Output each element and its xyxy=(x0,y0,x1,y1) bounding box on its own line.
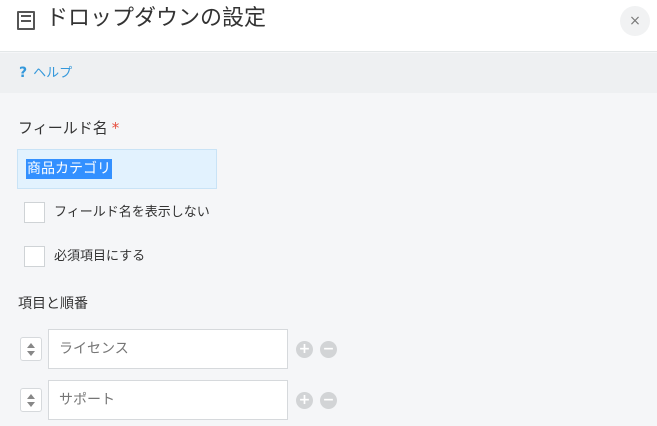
field-name-input[interactable]: 商品カテゴリ xyxy=(17,149,217,189)
required-mark: * xyxy=(111,119,120,137)
close-button[interactable]: × xyxy=(620,6,650,36)
add-option-button[interactable]: + xyxy=(296,341,313,358)
arrow-down-icon xyxy=(27,351,35,356)
add-option-button[interactable]: + xyxy=(296,392,313,409)
plus-icon: + xyxy=(298,392,311,408)
option-row: + − xyxy=(18,329,348,369)
arrow-up-icon xyxy=(27,343,35,348)
help-icon: ? xyxy=(19,65,28,81)
hide-field-name-checkbox[interactable] xyxy=(24,202,45,223)
field-name-label: フィールド名 * xyxy=(18,118,119,138)
required-checkbox[interactable] xyxy=(24,246,45,267)
help-bar: ? ヘルプ xyxy=(0,53,657,93)
option-input[interactable] xyxy=(48,329,288,369)
field-name-label-text: フィールド名 xyxy=(18,119,108,137)
hide-field-name-label[interactable]: フィールド名を表示しない xyxy=(54,203,210,223)
help-label: ヘルプ xyxy=(33,66,73,81)
options-section-label: 項目と順番 xyxy=(18,296,88,312)
remove-option-button[interactable]: − xyxy=(320,392,337,409)
arrow-down-icon xyxy=(27,402,35,407)
minus-icon: − xyxy=(322,341,335,357)
plus-icon: + xyxy=(298,341,311,357)
remove-option-button[interactable]: − xyxy=(320,341,337,358)
option-row: + − xyxy=(18,380,348,420)
option-input[interactable] xyxy=(48,380,288,420)
reorder-handle[interactable] xyxy=(20,337,42,361)
dialog-header: ドロップダウンの設定 × xyxy=(0,0,657,52)
minus-icon: − xyxy=(322,392,335,408)
help-link[interactable]: ? ヘルプ xyxy=(19,64,72,83)
field-name-value: 商品カテゴリ xyxy=(26,159,112,179)
arrow-up-icon xyxy=(27,394,35,399)
dialog-title: ドロップダウンの設定 xyxy=(46,6,267,31)
form-icon xyxy=(17,11,35,30)
close-icon: × xyxy=(629,13,641,29)
reorder-handle[interactable] xyxy=(20,388,42,412)
required-label[interactable]: 必須項目にする xyxy=(54,247,145,267)
